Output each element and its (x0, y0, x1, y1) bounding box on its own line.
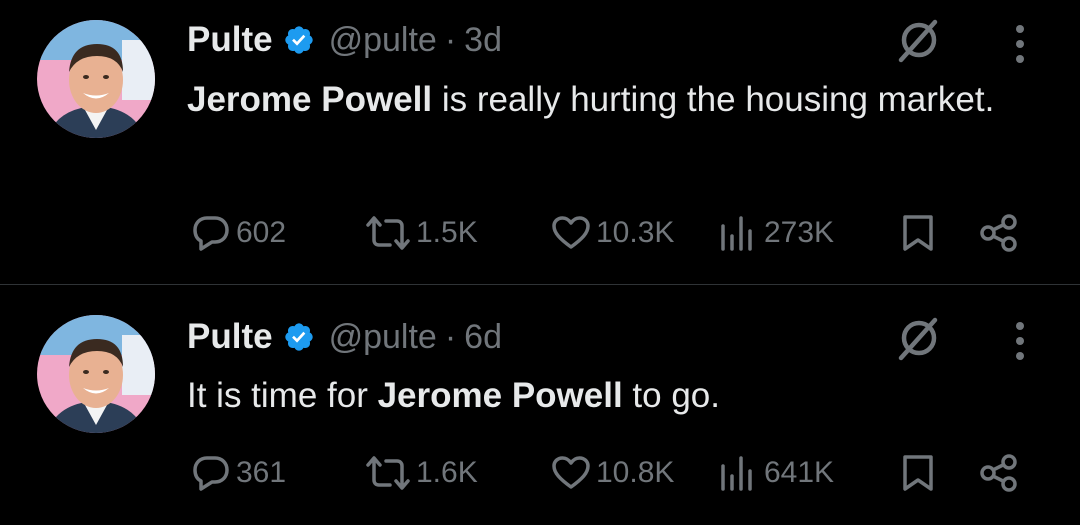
separator-dot: · (444, 20, 457, 59)
tweet-text-part: to go. (622, 376, 720, 415)
more-icon[interactable] (1009, 316, 1031, 366)
tweet-header: Pulte @pulte · 6d (187, 312, 502, 362)
repost-button[interactable]: 1.6K (364, 452, 478, 494)
like-icon (552, 216, 590, 249)
like-button[interactable]: 10.8K (550, 452, 674, 494)
more-icon[interactable] (1009, 19, 1031, 69)
author-handle[interactable]: @pulte (329, 318, 437, 357)
repost-icon (366, 216, 410, 250)
tweet-text-bold-part: Jerome Powell (187, 80, 433, 119)
tweet-text-part: It is time for (187, 376, 378, 415)
timestamp[interactable]: 6d (464, 318, 502, 357)
tweet-text-part: is really hurting the housing market. (432, 80, 995, 119)
grok-icon[interactable] (893, 312, 945, 364)
timestamp[interactable]: 3d (464, 21, 502, 60)
avatar[interactable] (37, 315, 155, 433)
reply-count: 361 (236, 456, 287, 489)
tweet-text: It is time for Jerome Powell to go. (187, 368, 1007, 424)
repost-button[interactable]: 1.5K (364, 212, 478, 254)
bookmark-icon (903, 455, 933, 491)
bookmark-button[interactable] (898, 452, 938, 494)
separator-dot: · (444, 317, 457, 356)
share-button[interactable] (978, 212, 1022, 254)
reply-button[interactable]: 361 (190, 452, 286, 494)
tweet-header: Pulte @pulte · 3d (187, 15, 502, 65)
like-button[interactable]: 10.3K (550, 212, 674, 254)
views-button[interactable]: 641K (718, 452, 834, 494)
like-icon (552, 456, 590, 489)
tweet-2[interactable]: Pulte @pulte · 6d It is time for Jerome … (0, 285, 1080, 525)
like-count: 10.3K (596, 216, 675, 249)
grok-icon[interactable] (893, 14, 945, 66)
like-count: 10.8K (596, 456, 675, 489)
verified-badge-icon[interactable] (283, 321, 315, 353)
reply-button[interactable]: 602 (190, 212, 286, 254)
author-handle[interactable]: @pulte (329, 21, 437, 60)
reply-count: 602 (236, 216, 287, 249)
reply-icon (193, 216, 229, 251)
share-button[interactable] (978, 452, 1022, 494)
repost-icon (366, 456, 410, 490)
bookmark-button[interactable] (898, 212, 938, 254)
views-button[interactable]: 273K (718, 212, 834, 254)
share-icon (980, 454, 1017, 492)
views-count: 273K (764, 216, 835, 249)
author-name[interactable]: Pulte (187, 317, 273, 357)
share-icon (980, 214, 1017, 252)
views-icon (721, 216, 752, 251)
tweet-1[interactable]: Pulte @pulte · 3d Jerome Powell is reall… (0, 0, 1080, 284)
bookmark-icon (903, 215, 933, 251)
reply-icon (193, 456, 229, 491)
verified-badge-icon[interactable] (283, 24, 315, 56)
views-count: 641K (764, 456, 835, 489)
tweet-text-bold-part: Jerome Powell (377, 376, 623, 415)
avatar[interactable] (37, 20, 155, 138)
repost-count: 1.5K (416, 216, 478, 249)
views-icon (721, 456, 752, 491)
tweet-text: Jerome Powell is really hurting the hous… (187, 72, 1007, 128)
repost-count: 1.6K (416, 456, 478, 489)
author-name[interactable]: Pulte (187, 20, 273, 60)
